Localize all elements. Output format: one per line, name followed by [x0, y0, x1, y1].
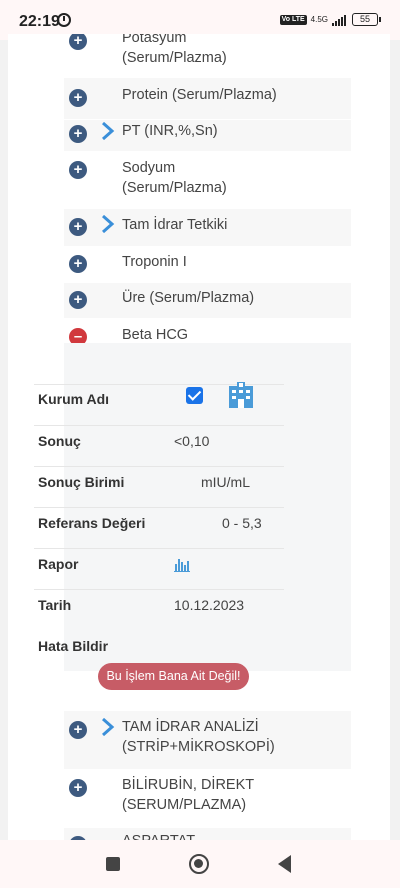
status-time: 22:19: [19, 13, 60, 30]
report-row: [34, 508, 284, 549]
test-results-list[interactable]: + Potasyum (Serum/Plazma) + Protein (Ser…: [8, 34, 390, 840]
status-indicators: Vo LTE 4.5G 55: [279, 13, 381, 26]
date-label: Tarih: [38, 597, 72, 613]
expand-icon[interactable]: +: [69, 291, 87, 309]
chevron-right-icon[interactable]: [101, 718, 115, 736]
navigation-bar: [0, 840, 400, 888]
test-name: TAM İDRAR ANALİZİ (STRİP+MİKROSKOPİ): [122, 719, 275, 755]
expand-icon[interactable]: +: [69, 89, 87, 107]
chevron-right-icon[interactable]: [101, 122, 115, 140]
expand-icon[interactable]: +: [69, 125, 87, 143]
date-value: 10.12.2023: [174, 597, 245, 613]
alarm-icon: [57, 13, 71, 27]
signal-icon: [332, 14, 346, 26]
test-name: ASPARTAT: [122, 831, 195, 840]
chevron-right-icon[interactable]: [101, 215, 115, 233]
test-name: BİLİRUBİN, DİREKT (SERUM/PLAZMA): [122, 777, 255, 813]
test-name: Troponin I: [122, 254, 187, 270]
list-item: [64, 827, 351, 840]
result-row: [34, 385, 284, 426]
expand-icon[interactable]: +: [69, 161, 87, 179]
test-name: PT (INR,%,Sn): [122, 123, 218, 139]
volte-icon: Vo LTE: [279, 14, 307, 25]
unit-row: [34, 426, 284, 467]
report-error-label: Hata Bildir: [38, 638, 109, 654]
not-mine-button[interactable]: Bu İşlem Bana Ait Değil!: [98, 663, 249, 690]
back-icon[interactable]: [278, 855, 291, 873]
expand-icon[interactable]: +: [69, 721, 87, 739]
test-name: Sodyum (Serum/Plazma): [122, 160, 227, 196]
test-name: Üre (Serum/Plazma): [122, 290, 255, 306]
expand-icon[interactable]: +: [69, 255, 87, 273]
test-name: Potasyum (Serum/Plazma): [122, 34, 227, 66]
home-icon[interactable]: [189, 854, 209, 874]
reference-row: [34, 467, 284, 508]
recent-apps-icon[interactable]: [106, 857, 120, 871]
institution-row: [34, 343, 284, 385]
test-name: Protein (Serum/Plazma): [122, 87, 277, 103]
expand-icon[interactable]: +: [69, 779, 87, 797]
network-type: 4.5G: [310, 14, 328, 24]
test-name: Tam İdrar Tetkiki: [122, 217, 228, 233]
date-row: [34, 549, 284, 590]
list-item: [64, 246, 351, 282]
battery-icon: 55: [352, 13, 381, 26]
expand-icon[interactable]: +: [69, 218, 87, 236]
